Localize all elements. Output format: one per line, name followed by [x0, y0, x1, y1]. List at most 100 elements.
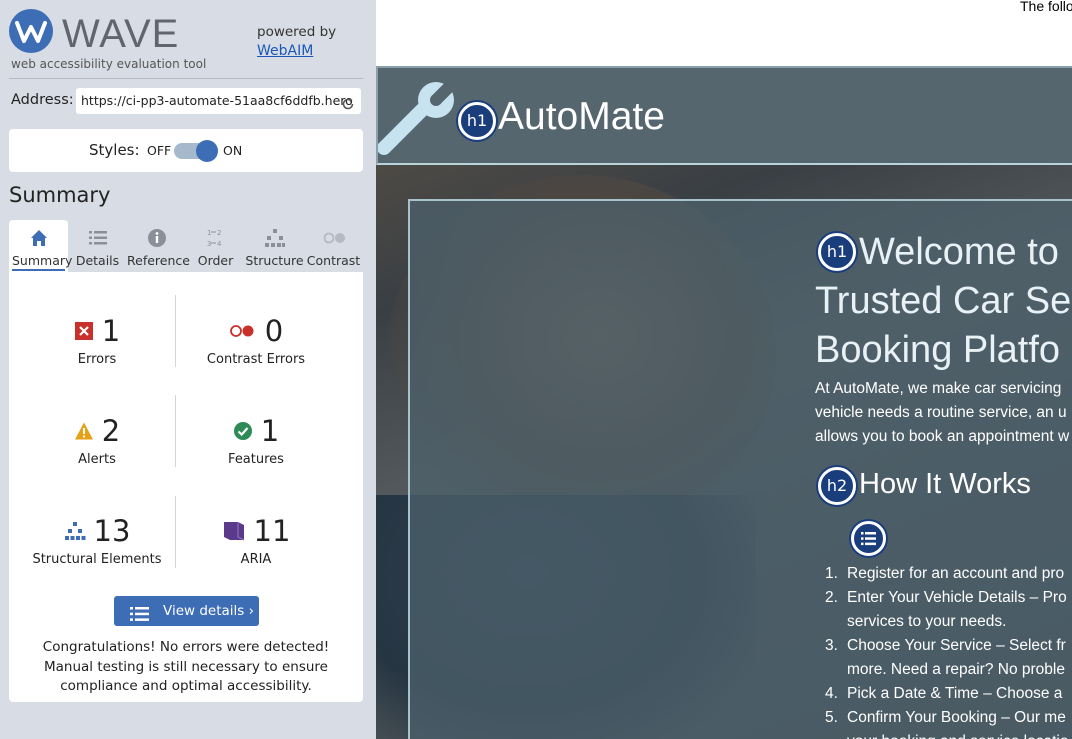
list-item: 5. Confirm Your Booking – Our me [825, 706, 1068, 730]
styles-card: Styles: OFF ON [9, 129, 363, 172]
h2-badge-icon: h2 [818, 467, 856, 505]
tab-label: Structure [245, 253, 304, 268]
step-text: Choose Your Service – Select fr [847, 637, 1066, 654]
summary-card: 1 Errors 0 Contrast Errors 2 Alerts 1 Fe… [9, 272, 363, 702]
hero-text-line: allows you to book an appointment w [815, 428, 1070, 445]
tab-label: Order [197, 253, 234, 268]
steps-list: 1. Register for an account and pro 2. Ente… [825, 562, 1068, 739]
hero-title-line: Trusted Car Se [815, 280, 1072, 322]
ordered-list-icon [851, 521, 886, 556]
structure-icon [64, 521, 86, 541]
tab-label: Reference [127, 253, 190, 268]
contrast-icon [323, 227, 345, 249]
tab-summary[interactable]: Summary [9, 220, 72, 272]
list-item: 3. Choose Your Service – Select fr [825, 634, 1068, 658]
alert-icon [74, 421, 94, 441]
wave-sidebar: WAVE web accessibility evaluation tool p… [0, 0, 376, 739]
list-item: 2. Enter Your Vehicle Details – Pro [825, 586, 1068, 610]
step-number: 4. [825, 685, 838, 702]
address-value: https://ci-pp3-automate-51aa8cf6ddfb.her… [81, 93, 353, 108]
aria-stat[interactable]: 11 ARIA [176, 512, 336, 567]
tab-reference[interactable]: Reference [127, 220, 190, 272]
features-count: 1 [260, 414, 280, 448]
hero-section: h1 Welcome to Trusted Car Se Booking Pla… [376, 165, 1072, 739]
svg-text:4: 4 [217, 240, 222, 248]
wave-tabs: Summary Details Reference 1234 Order Str… [9, 220, 363, 272]
toggle-knob [196, 140, 218, 162]
home-icon [28, 227, 50, 249]
step-text: Register for an account and pro [847, 565, 1065, 582]
site-header: h1 AutoMate [376, 66, 1072, 165]
view-details-button[interactable]: View details › [114, 596, 259, 626]
site-brand[interactable]: AutoMate [498, 95, 665, 139]
contrast-error-icon [229, 321, 257, 341]
wave-logo-text: WAVE [62, 12, 180, 56]
divider [9, 78, 363, 79]
step-number: 3. [825, 637, 838, 654]
hero-title-line: Welcome to [859, 231, 1059, 273]
step-continuation: your booking and service locatio [825, 730, 1068, 739]
step-number: 2. [825, 589, 838, 606]
styles-toggle[interactable] [174, 140, 218, 162]
wrench-icon [377, 73, 463, 158]
step-text: Confirm Your Booking – Our me [847, 709, 1066, 726]
wave-tagline: web accessibility evaluation tool [11, 57, 207, 71]
step-number: 5. [825, 709, 838, 726]
errors-count: 1 [101, 314, 121, 348]
tab-contrast[interactable]: Contrast [304, 220, 363, 272]
how-it-works-heading: How It Works [859, 468, 1031, 500]
structural-label: Structural Elements [32, 552, 162, 567]
step-text: Enter Your Vehicle Details – Pro [847, 589, 1067, 606]
congrats-message: Congratulations! No errors were detected… [42, 639, 330, 694]
webaim-link[interactable]: WebAIM [257, 43, 313, 59]
tab-structure[interactable]: Structure [245, 220, 304, 272]
info-icon [146, 227, 168, 249]
features-label: Features [228, 452, 284, 467]
structural-count: 13 [93, 514, 131, 548]
contrast-errors-count: 0 [264, 314, 284, 348]
aria-count: 11 [253, 514, 291, 548]
tab-label: Contrast [306, 253, 361, 268]
powered-by-text: powered by [257, 24, 337, 40]
top-clipped-text: The follo [1020, 0, 1072, 14]
step-continuation: more. Need a repair? No proble [847, 661, 1065, 678]
features-stat[interactable]: 1 Features [176, 412, 336, 467]
errors-stat[interactable]: 1 Errors [17, 312, 177, 367]
alerts-stat[interactable]: 2 Alerts [17, 412, 177, 467]
alerts-label: Alerts [78, 452, 116, 467]
step-number: 1. [825, 565, 838, 582]
svg-text:1: 1 [207, 229, 211, 237]
step-text: Pick a Date & Time – Choose a [847, 685, 1063, 702]
structure-icon [264, 227, 286, 249]
aria-icon [222, 519, 246, 543]
list-icon [130, 603, 149, 621]
hero-text-line: vehicle needs a routine service, an u [815, 404, 1067, 421]
page-preview: The follo h1 AutoMate h1 Welcome to Trus… [376, 0, 1072, 739]
view-details-label: View details › [163, 603, 254, 619]
order-icon: 1234 [205, 227, 227, 249]
errors-label: Errors [77, 352, 117, 367]
aria-label: ARIA [240, 552, 272, 567]
hero-text-line: At AutoMate, we make car servicing [815, 380, 1062, 397]
address-input[interactable]: https://ci-pp3-automate-51aa8cf6ddfb.her… [76, 88, 361, 114]
tab-label: Summary [12, 253, 72, 271]
structural-elements-stat[interactable]: 13 Structural Elements [17, 512, 177, 567]
hero-title-line: Booking Platfo [815, 329, 1061, 371]
styles-label: Styles: [89, 141, 140, 159]
alerts-count: 2 [101, 414, 121, 448]
contrast-errors-stat[interactable]: 0 Contrast Errors [176, 312, 336, 367]
tab-order[interactable]: 1234 Order [186, 220, 245, 272]
tab-details[interactable]: Details [68, 220, 127, 272]
wave-logo-icon [9, 9, 53, 53]
step-continuation: services to your needs. [847, 613, 1007, 630]
list-item: 4. Pick a Date & Time – Choose a [825, 682, 1068, 706]
feature-icon [233, 421, 253, 441]
h1-badge-icon: h1 [458, 102, 496, 140]
svg-text:3: 3 [207, 240, 211, 248]
error-icon [74, 321, 94, 341]
address-label: Address: [11, 92, 74, 108]
list-icon [87, 227, 109, 249]
svg-text:2: 2 [217, 229, 221, 237]
list-item: 1. Register for an account and pro [825, 562, 1068, 586]
reload-icon[interactable] [341, 94, 355, 110]
